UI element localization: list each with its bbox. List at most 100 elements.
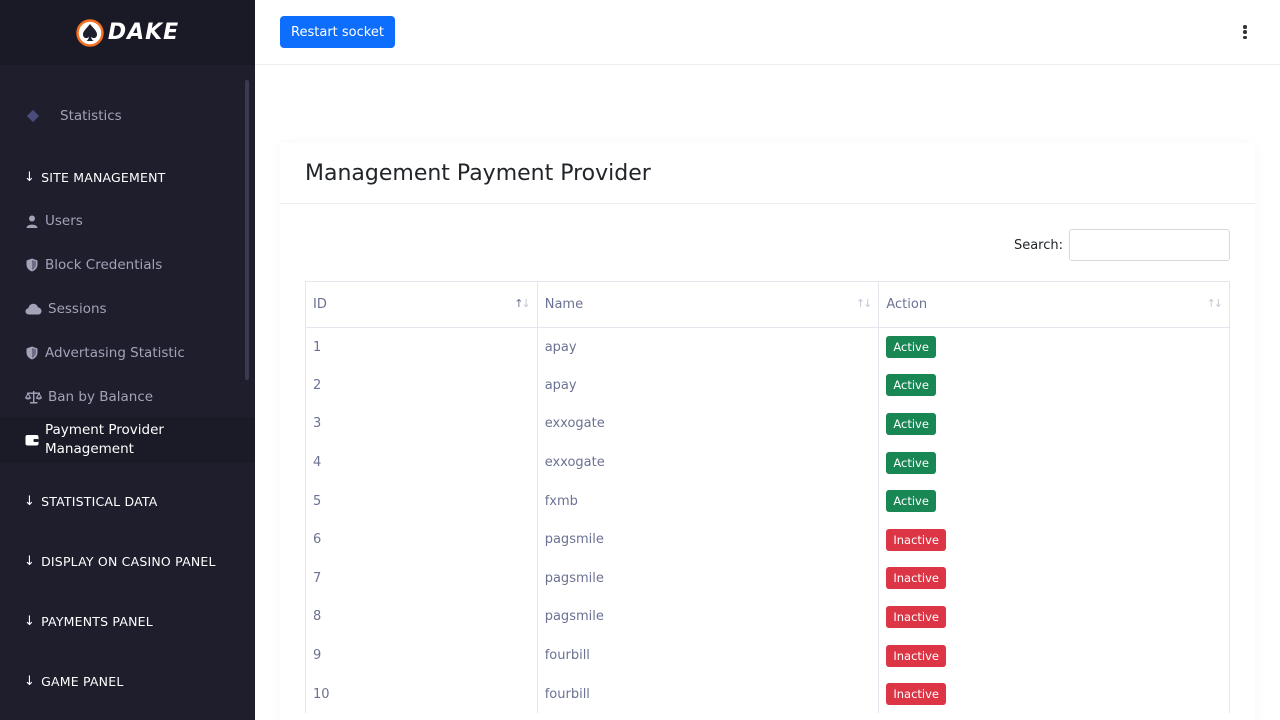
sidebar-item-statistics[interactable]: Statistics bbox=[0, 103, 255, 129]
cell-id: 1 bbox=[305, 327, 538, 367]
status-badge[interactable]: Inactive bbox=[886, 683, 946, 706]
topbar: Restart socket bbox=[255, 0, 1280, 65]
cell-id: 2 bbox=[305, 366, 538, 405]
column-header-action[interactable]: Action ↑↓ bbox=[878, 281, 1230, 328]
wallet-icon bbox=[25, 433, 39, 447]
table-row: 8 pagsmile Inactive bbox=[305, 597, 1230, 637]
scale-icon bbox=[25, 390, 42, 404]
sidebar-item-sessions[interactable]: Sessions bbox=[0, 298, 255, 320]
spade-logo-icon bbox=[76, 18, 104, 47]
section-title: GAME PANEL bbox=[41, 674, 124, 689]
restart-socket-button[interactable]: Restart socket bbox=[280, 16, 395, 48]
section-game-panel[interactable]: ↓ GAME PANEL bbox=[24, 674, 124, 689]
column-header-id[interactable]: ID ↑↓ bbox=[305, 281, 538, 328]
section-payments-panel[interactable]: ↓ PAYMENTS PANEL bbox=[24, 614, 153, 629]
arrow-down-icon: ↓ bbox=[24, 614, 36, 629]
brand-logo[interactable]: DAKE bbox=[0, 0, 255, 65]
table-row: 2 apay Active bbox=[305, 366, 1230, 405]
main-content: Management Payment Provider Search: ID ↑… bbox=[255, 65, 1280, 720]
section-statistical-data[interactable]: ↓ STATISTICAL DATA bbox=[24, 494, 157, 509]
cell-name: pagsmile bbox=[536, 597, 880, 637]
provider-card: Management Payment Provider Search: ID ↑… bbox=[280, 143, 1255, 720]
user-icon bbox=[25, 214, 39, 228]
shield-icon bbox=[25, 346, 39, 360]
cell-id: 8 bbox=[305, 597, 538, 637]
sidebar-item-label-group: Payment Provider Management bbox=[45, 421, 164, 459]
provider-table: ID ↑↓ Name ↑↓ Action ↑↓ 1 apay Active 2 … bbox=[305, 281, 1230, 714]
sort-icon: ↑↓ bbox=[1206, 297, 1224, 310]
cell-action: Inactive bbox=[878, 520, 1230, 560]
provider-table-wrap: ID ↑↓ Name ↑↓ Action ↑↓ 1 apay Active 2 … bbox=[305, 281, 1230, 714]
sidebar-item-label: Advertasing Statistic bbox=[45, 345, 185, 361]
cell-action: Inactive bbox=[878, 597, 1230, 637]
column-label: Name bbox=[544, 297, 584, 312]
diamond-icon bbox=[26, 109, 40, 123]
cell-name: apay bbox=[536, 366, 880, 405]
table-header-row: ID ↑↓ Name ↑↓ Action ↑↓ bbox=[305, 281, 1230, 328]
arrow-down-icon: ↓ bbox=[24, 494, 36, 509]
brand-name: DAKE bbox=[107, 20, 180, 45]
cell-action: Active bbox=[878, 443, 1230, 482]
cell-name: fourbill bbox=[536, 636, 880, 675]
section-title: PAYMENTS PANEL bbox=[41, 614, 153, 629]
sidebar-item-advertasing-statistic[interactable]: Advertasing Statistic bbox=[0, 342, 255, 364]
status-badge[interactable]: Inactive bbox=[886, 567, 946, 590]
cell-id: 9 bbox=[305, 636, 538, 675]
sidebar-item-payment-provider-management[interactable]: Payment Provider Management bbox=[0, 417, 255, 463]
cell-id: 6 bbox=[305, 520, 538, 560]
column-header-name[interactable]: Name ↑↓ bbox=[536, 281, 880, 328]
sidebar-item-label: Management bbox=[45, 441, 134, 457]
cell-name: fourbill bbox=[536, 674, 880, 714]
cell-id: 7 bbox=[305, 559, 538, 598]
cell-id: 10 bbox=[305, 674, 538, 714]
sidebar-item-label: Payment Provider bbox=[45, 422, 164, 438]
cell-action: Active bbox=[878, 404, 1230, 444]
column-label: Action bbox=[886, 297, 928, 312]
cell-action: Inactive bbox=[878, 674, 1230, 714]
more-options-icon[interactable] bbox=[1241, 22, 1249, 42]
arrow-down-icon: ↓ bbox=[24, 554, 36, 569]
cell-name: pagsmile bbox=[536, 559, 880, 598]
sidebar: DAKE Statistics ↓ SITE MANAGEMENT Users … bbox=[0, 0, 255, 720]
table-row: 10 fourbill Inactive bbox=[305, 674, 1230, 714]
sidebar-item-users[interactable]: Users bbox=[0, 210, 255, 232]
search-input[interactable] bbox=[1069, 229, 1230, 261]
status-badge[interactable]: Active bbox=[886, 374, 936, 397]
status-badge[interactable]: Active bbox=[886, 412, 936, 435]
sidebar-item-label: Block Credentials bbox=[45, 257, 163, 273]
column-label: ID bbox=[313, 297, 327, 312]
section-display-on-casino-panel[interactable]: ↓ DISPLAY ON CASINO PANEL bbox=[24, 554, 216, 569]
cell-id: 3 bbox=[305, 404, 538, 444]
arrow-down-icon: ↓ bbox=[24, 170, 36, 185]
section-title: STATISTICAL DATA bbox=[41, 494, 158, 509]
sidebar-item-label: Ban by Balance bbox=[48, 389, 154, 405]
table-row: 9 fourbill Inactive bbox=[305, 636, 1230, 675]
table-row: 6 pagsmile Inactive bbox=[305, 520, 1230, 560]
cell-action: Active bbox=[878, 366, 1230, 405]
cell-name: exxogate bbox=[536, 404, 880, 444]
page-title: Management Payment Provider bbox=[305, 160, 651, 186]
status-badge[interactable]: Inactive bbox=[886, 644, 946, 667]
cell-name: exxogate bbox=[536, 443, 880, 482]
status-badge[interactable]: Active bbox=[886, 336, 936, 359]
status-badge[interactable]: Active bbox=[886, 451, 936, 474]
section-site-management[interactable]: ↓ SITE MANAGEMENT bbox=[24, 170, 166, 185]
table-row: 3 exxogate Active bbox=[305, 404, 1230, 444]
cell-name: pagsmile bbox=[536, 520, 880, 560]
cell-action: Active bbox=[878, 481, 1230, 521]
cell-id: 4 bbox=[305, 443, 538, 482]
status-badge[interactable]: Inactive bbox=[886, 528, 946, 551]
sort-asc-icon: ↑↓ bbox=[514, 297, 531, 310]
section-title: DISPLAY ON CASINO PANEL bbox=[41, 554, 216, 569]
sidebar-item-ban-by-balance[interactable]: Ban by Balance bbox=[0, 386, 255, 408]
cloud-icon bbox=[25, 302, 42, 316]
cell-action: Active bbox=[878, 327, 1230, 367]
status-badge[interactable]: Active bbox=[886, 490, 936, 513]
cell-name: fxmb bbox=[536, 481, 880, 521]
sidebar-item-block-credentials[interactable]: Block Credentials bbox=[0, 254, 255, 276]
search-row: Search: bbox=[1014, 229, 1230, 261]
status-badge[interactable]: Inactive bbox=[886, 605, 946, 628]
table-row: 1 apay Active bbox=[305, 327, 1230, 367]
shield-icon bbox=[25, 258, 39, 272]
arrow-down-icon: ↓ bbox=[24, 674, 36, 689]
